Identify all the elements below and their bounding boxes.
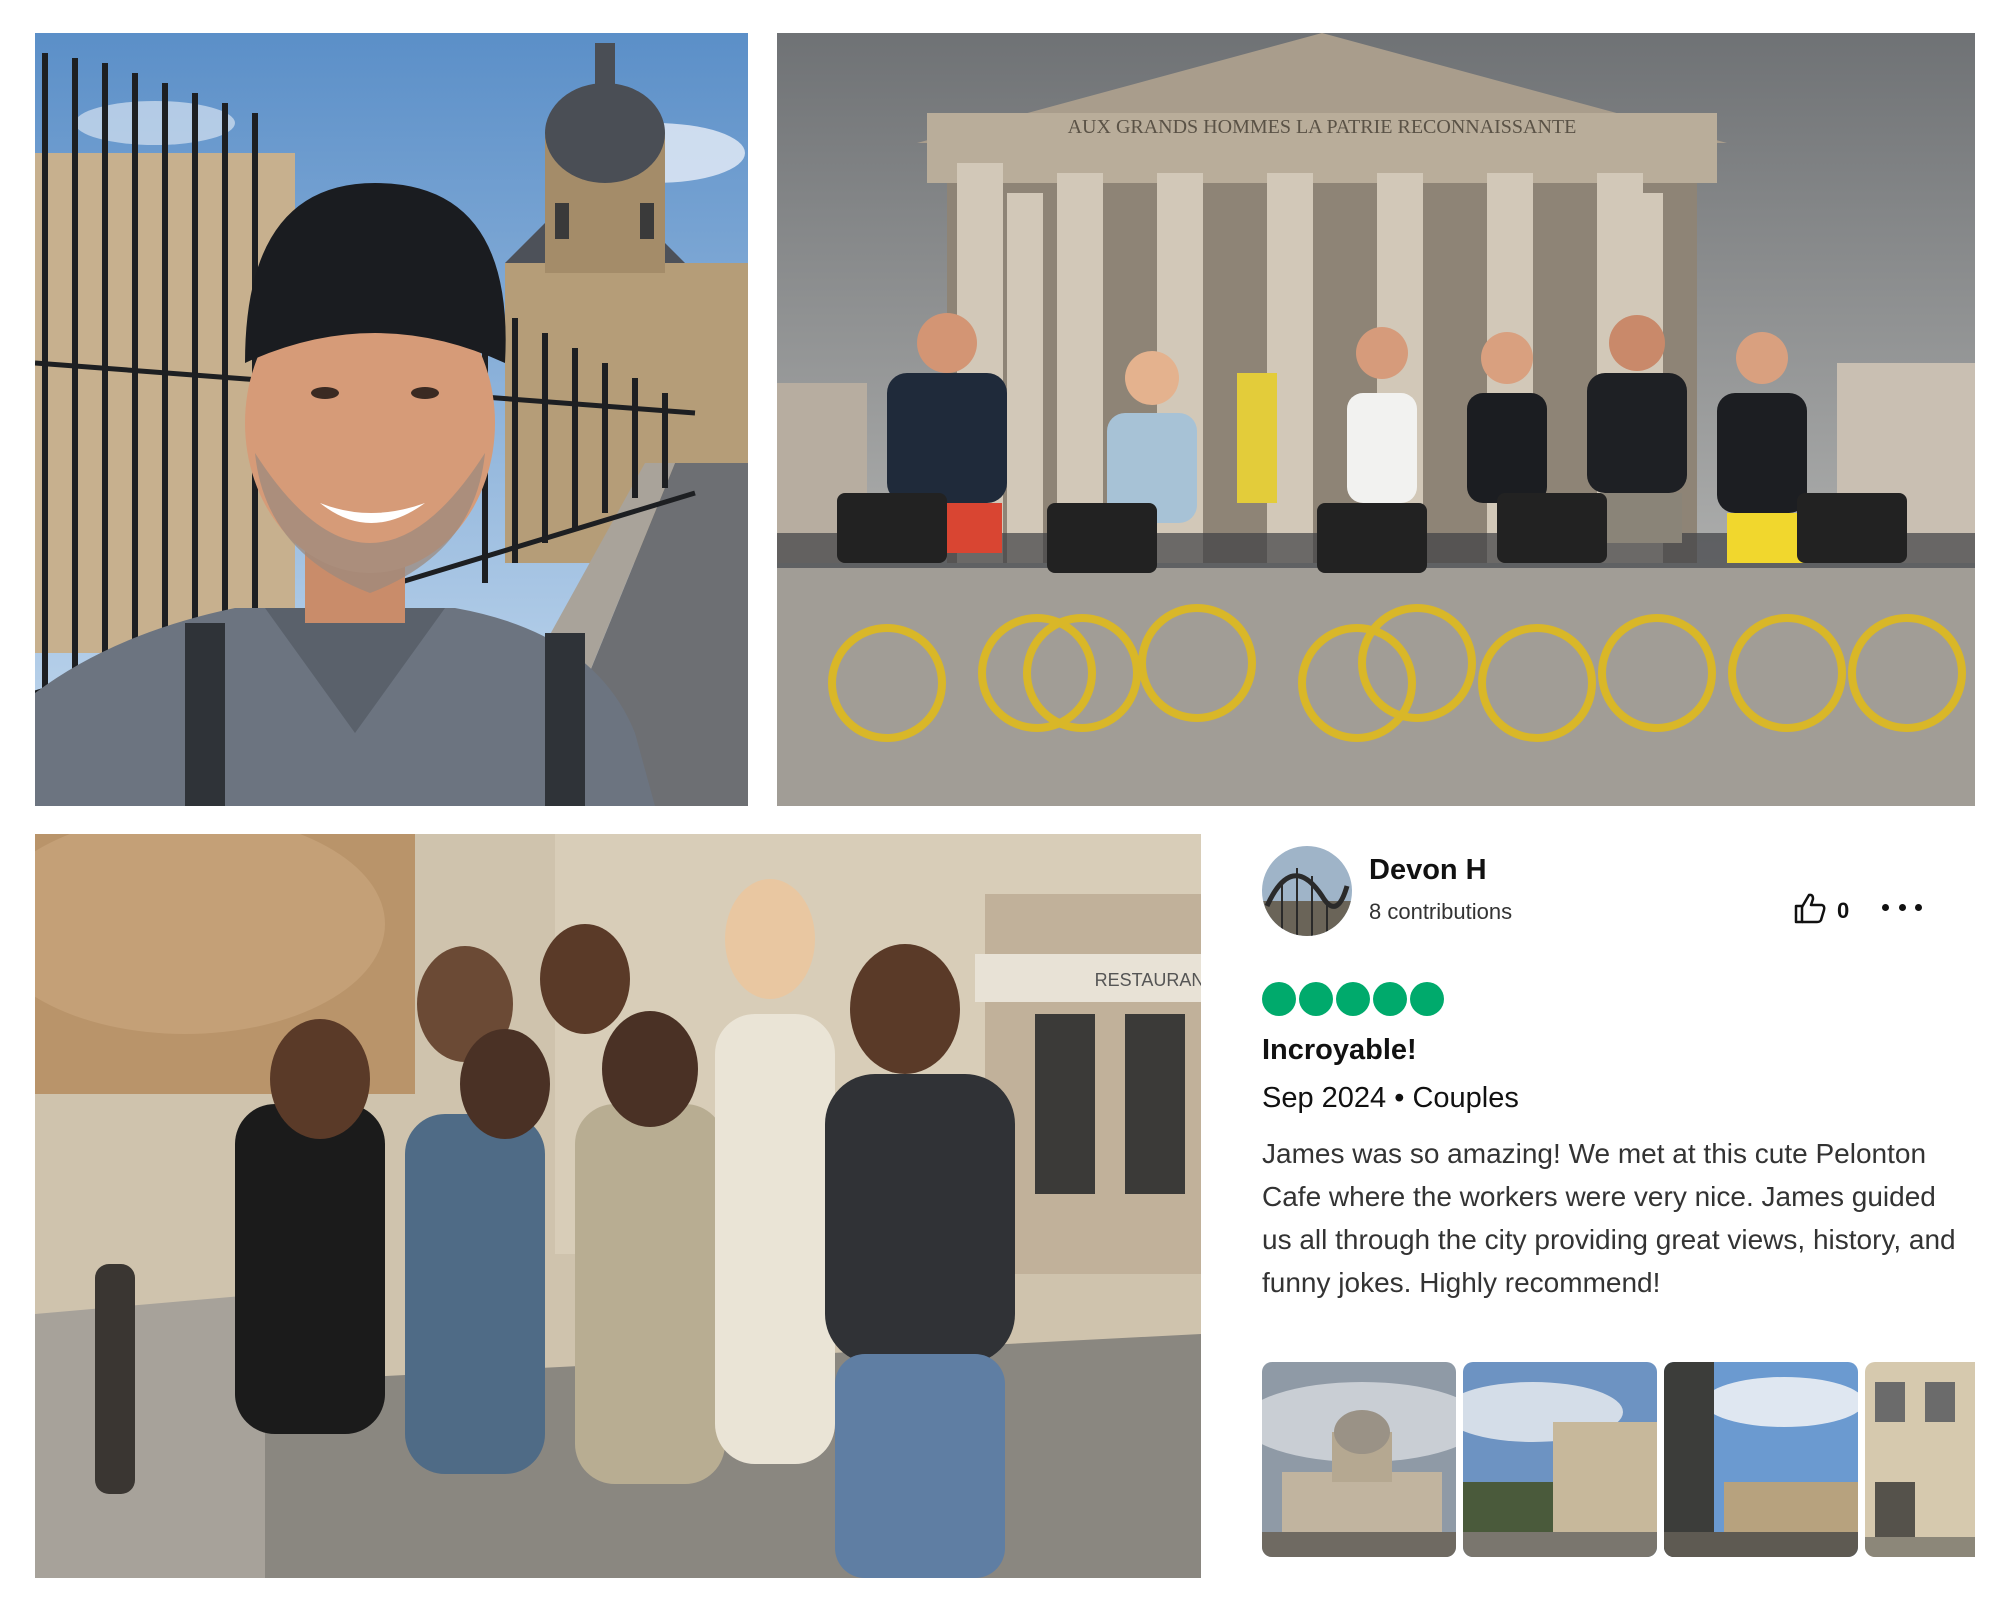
review-photo-thumbnail[interactable] [1664,1362,1858,1557]
review-title: Incroyable! [1262,1034,1417,1066]
rating-bubble [1262,982,1296,1016]
avatar[interactable] [1262,846,1352,936]
review-card: Devon H 8 contributions 0 Incroyable! Se… [1230,834,1975,1579]
rating-bubbles [1262,982,1444,1016]
group-photo[interactable]: RESTAURANT [35,834,1201,1578]
more-options-icon[interactable] [1882,892,1922,922]
rating-bubble [1373,982,1407,1016]
thumbs-up-icon [1793,892,1827,929]
rating-bubble [1336,982,1370,1016]
review-photo-thumbnail[interactable] [1463,1362,1657,1557]
contributions-count: 8 contributions [1369,899,1513,924]
review-photo-thumbnail[interactable] [1262,1362,1456,1557]
reviewer-name[interactable]: Devon H [1369,854,1487,887]
rating-bubble [1410,982,1444,1016]
selfie-photo[interactable] [35,33,748,806]
review-meta: Sep 2024 • Couples [1262,1082,1519,1114]
review-photo-thumbnail[interactable] [1865,1362,1975,1557]
rating-bubble [1299,982,1333,1016]
review-photo-strip [1262,1362,1975,1557]
helpful-vote-button[interactable]: 0 [1793,892,1849,929]
helpful-count: 0 [1837,897,1850,923]
review-body: James was so amazing! We met at this cut… [1262,1138,1956,1298]
storefront-sign: RESTAURANT [1095,970,1201,990]
pantheon-bikes-photo[interactable]: AUX GRANDS HOMMES LA PATRIE RECONNAISSAN… [777,33,1975,806]
pantheon-inscription: AUX GRANDS HOMMES LA PATRIE RECONNAISSAN… [1068,116,1577,138]
